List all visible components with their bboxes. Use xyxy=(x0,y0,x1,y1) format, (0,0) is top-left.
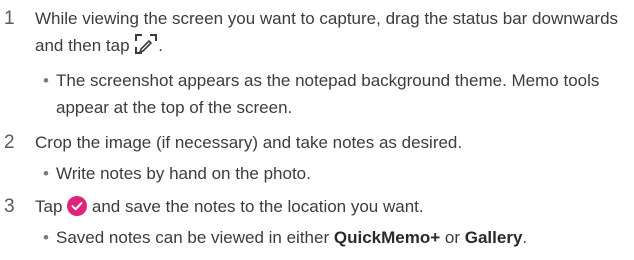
step-text: While viewing the screen you want to cap… xyxy=(35,5,634,63)
step-text: Tap and save the notes to the location y… xyxy=(35,196,424,216)
step-1-bullet: • The screenshot appears as the notepad … xyxy=(0,67,634,121)
app-name-quickmemo: QuickMemo+ xyxy=(333,228,441,247)
step-3: 3 Tap and save the notes to the location… xyxy=(0,193,634,220)
bullet-dot: • xyxy=(43,228,49,247)
bullet-dot: • xyxy=(43,164,49,183)
bullet-dot: • xyxy=(43,71,49,90)
step-number: 1 xyxy=(4,8,15,29)
step-text: Crop the image (if necessary) and take n… xyxy=(35,133,463,152)
instructions: 1 While viewing the screen you want to c… xyxy=(0,0,634,251)
step-number: 2 xyxy=(4,132,15,153)
step-1: 1 While viewing the screen you want to c… xyxy=(0,5,634,63)
step-2-bullet: • Write notes by hand on the photo. xyxy=(0,160,634,187)
step-3-bullet: • Saved notes can be viewed in either Qu… xyxy=(0,224,634,251)
step-number: 3 xyxy=(4,196,15,217)
checkmark-circle-icon xyxy=(67,196,88,216)
step-2: 2 Crop the image (if necessary) and take… xyxy=(0,129,634,156)
app-name-gallery: Gallery xyxy=(464,228,523,247)
capture-plus-icon xyxy=(134,33,158,63)
